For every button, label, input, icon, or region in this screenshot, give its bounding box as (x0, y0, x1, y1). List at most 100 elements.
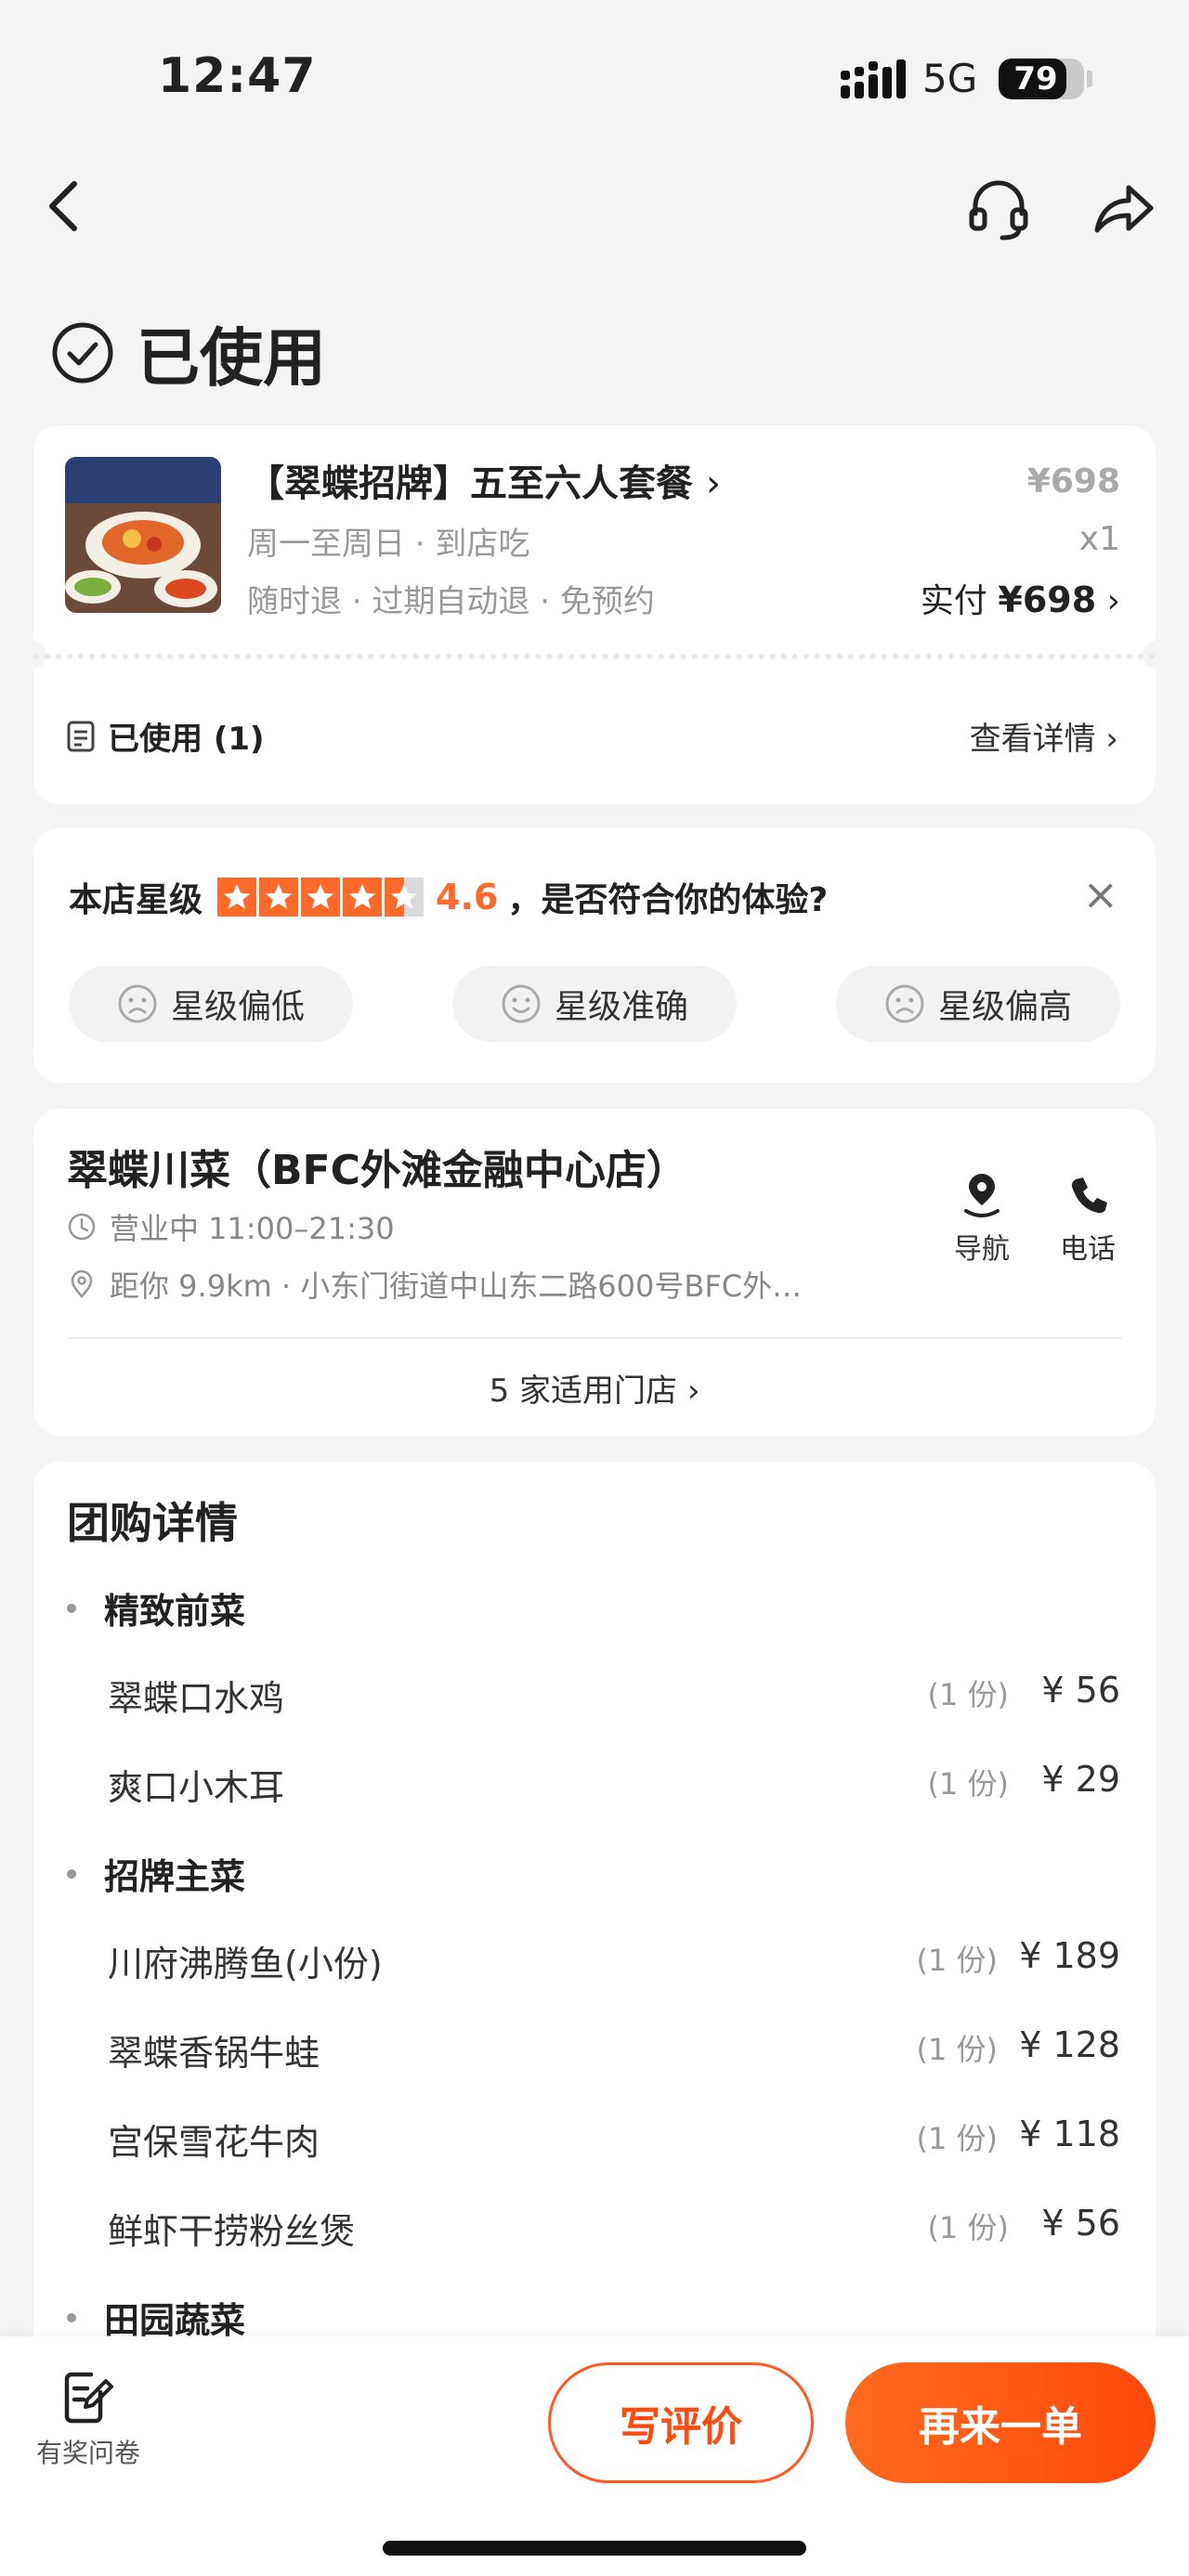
battery-icon: 79 (999, 59, 1084, 99)
rating-too-high-button[interactable]: 星级偏高 (836, 966, 1120, 1042)
bullet-dot (67, 1603, 76, 1613)
item-price: ¥ 189 (1019, 1935, 1120, 1976)
battery-cap (1087, 71, 1092, 87)
product-title: 【翠蝶招牌】五至六人套餐 (247, 462, 693, 505)
item-count: (1 份) (916, 2032, 998, 2067)
rating-accurate-button[interactable]: 星级准确 (452, 966, 737, 1042)
rating-prefix: 本店星级 (69, 881, 203, 919)
view-details-link[interactable]: 查看详情 › (970, 713, 1118, 759)
chevron-right-icon: › (705, 462, 721, 505)
star-icon (343, 878, 383, 917)
chevron-right-icon: › (1106, 582, 1120, 620)
original-price: ¥698 (1026, 462, 1120, 501)
divider (67, 1337, 1122, 1339)
navigate-label: 导航 (954, 1233, 1010, 1266)
item-count: (1 份) (916, 2121, 998, 2156)
item-price: ¥ 118 (1019, 2114, 1120, 2154)
item-name: 宫保雪花牛肉 (108, 2122, 320, 2163)
item-name: 翠蝶口水鸡 (108, 1678, 285, 1719)
menu-item-row: 爽口小木耳 (1 份) ¥ 29 (108, 1759, 1120, 1815)
group-name: 田园蔬菜 (104, 2300, 246, 2341)
store-hours: 营业中 11:00–21:30 (67, 1205, 395, 1248)
survey-button[interactable]: 有奖问卷 (28, 2370, 149, 2470)
phone-icon (1071, 1177, 1107, 1214)
signal-strength-icon (841, 59, 906, 98)
item-name: 翠蝶香锅牛蛙 (108, 2033, 320, 2074)
voucher-used-status: 已使用 (1) (67, 713, 265, 759)
survey-label: 有奖问卷 (35, 2438, 140, 2468)
product-title-link[interactable]: 【翠蝶招牌】五至六人套餐 › (247, 453, 721, 507)
item-count: (1 份) (927, 1766, 1009, 1802)
close-icon[interactable]: × (1082, 869, 1118, 919)
navigate-button[interactable]: 导航 (940, 1174, 1024, 1267)
item-count: (1 份) (927, 1677, 1009, 1712)
location-pin-icon (71, 1269, 93, 1298)
store-rating-feedback-card: 本店星级 4.6 ，是否符合你的体验? × 星级偏低 星级准确 星级偏高 (33, 828, 1156, 1083)
battery-percentage: 79 (1013, 60, 1058, 98)
menu-item-row: 翠蝶口水鸡 (1 份) ¥ 56 (108, 1670, 1120, 1725)
bullet-dot (67, 1868, 76, 1879)
write-review-button[interactable]: 写评价 (548, 2362, 814, 2483)
item-price: ¥ 56 (1041, 1670, 1120, 1711)
call-button[interactable]: 电话 (1046, 1174, 1130, 1267)
applicable-stores-link[interactable]: 5 家适用门店 › (33, 1365, 1156, 1411)
star-icon (259, 878, 299, 917)
share-arrow-icon[interactable] (1091, 178, 1156, 238)
item-price: ¥ 56 (1041, 2203, 1120, 2244)
order-card: 【翠蝶招牌】五至六人套餐 › 周一至周日 · 到店吃 随时退 · 过期自动退 ·… (19, 425, 1170, 804)
store-address[interactable]: 距你 9.9km · 小东门街道中山东二路600号BFC外… (67, 1263, 802, 1306)
details-title: 团购详情 (67, 1498, 238, 1548)
check-circle-icon (52, 322, 113, 383)
product-availability: 周一至周日 · 到店吃 (247, 526, 530, 563)
item-price: ¥ 128 (1019, 2024, 1120, 2065)
navigation-pin-icon (964, 1174, 1000, 1217)
menu-group-header: 田园蔬菜 (67, 2292, 245, 2343)
customer-service-headset-icon[interactable] (966, 176, 1031, 241)
menu-item-row: 宫保雪花牛肉 (1 份) ¥ 118 (108, 2114, 1120, 2169)
back-arrow-icon[interactable] (37, 176, 97, 236)
item-name: 川府沸腾鱼(小份) (108, 1944, 383, 1984)
group-name: 精致前菜 (104, 1591, 246, 1632)
reorder-button[interactable]: 再来一单 (845, 2362, 1156, 2483)
status-title: 已使用 (137, 322, 327, 396)
paid-amount: ¥698 (998, 579, 1097, 620)
product-thumbnail[interactable] (65, 457, 221, 613)
menu-item-row: 翠蝶香锅牛蛙 (1 份) ¥ 128 (108, 2024, 1120, 2080)
store-info-card: 翠蝶川菜（BFC外滩金融中心店） 营业中 11:00–21:30 距你 9.9k… (33, 1109, 1156, 1436)
option-label: 星级偏低 (170, 988, 305, 1026)
home-indicator (383, 2541, 806, 2556)
item-count: (1 份) (927, 2210, 1009, 2245)
star-rating (217, 878, 426, 917)
store-name[interactable]: 翠蝶川菜（BFC外滩金融中心店） (67, 1137, 687, 1196)
rating-too-low-button[interactable]: 星级偏低 (69, 966, 353, 1042)
paid-label: 实付 (920, 582, 987, 620)
quantity: x1 (1078, 520, 1120, 558)
address-text: 距你 9.9km · 小东门街道中山东二路600号BFC外… (110, 1268, 803, 1304)
network-type: 5G (922, 56, 978, 101)
sad-face-icon (118, 984, 157, 1023)
clock-icon (68, 1213, 96, 1241)
used-label: 已使用 (1) (108, 721, 265, 758)
star-icon (217, 878, 257, 917)
clock-time: 12:47 (158, 48, 317, 104)
menu-group-header: 精致前菜 (67, 1582, 245, 1633)
group-name: 招牌主菜 (104, 1856, 246, 1897)
option-label: 星级偏高 (937, 988, 1072, 1026)
star-icon (301, 878, 341, 917)
perforation-divider (33, 654, 1156, 659)
menu-item-row: 鲜虾干捞粉丝煲 (1 份) ¥ 56 (108, 2203, 1120, 2258)
paid-amount-link[interactable]: 实付 ¥698 › (921, 574, 1120, 622)
hours-text: 营业中 11:00–21:30 (110, 1211, 395, 1246)
item-count: (1 份) (916, 1943, 998, 1978)
status-bar: 12:47 5G 79 (0, 0, 1189, 139)
rating-question: 本店星级 4.6 ，是否符合你的体验? (69, 873, 828, 921)
product-policies: 随时退 · 过期自动退 · 免预约 (247, 583, 655, 620)
bottom-action-bar: 有奖问卷 写评价 再来一单 (0, 2336, 1189, 2576)
order-status-header: 已使用 (51, 306, 326, 398)
sad-face-icon (885, 984, 924, 1023)
item-name: 鲜虾干捞粉丝煲 (108, 2211, 356, 2252)
survey-edit-icon (64, 2372, 113, 2424)
bullet-dot (67, 2312, 76, 2322)
item-price: ¥ 29 (1041, 1759, 1120, 1800)
call-label: 电话 (1060, 1233, 1116, 1266)
